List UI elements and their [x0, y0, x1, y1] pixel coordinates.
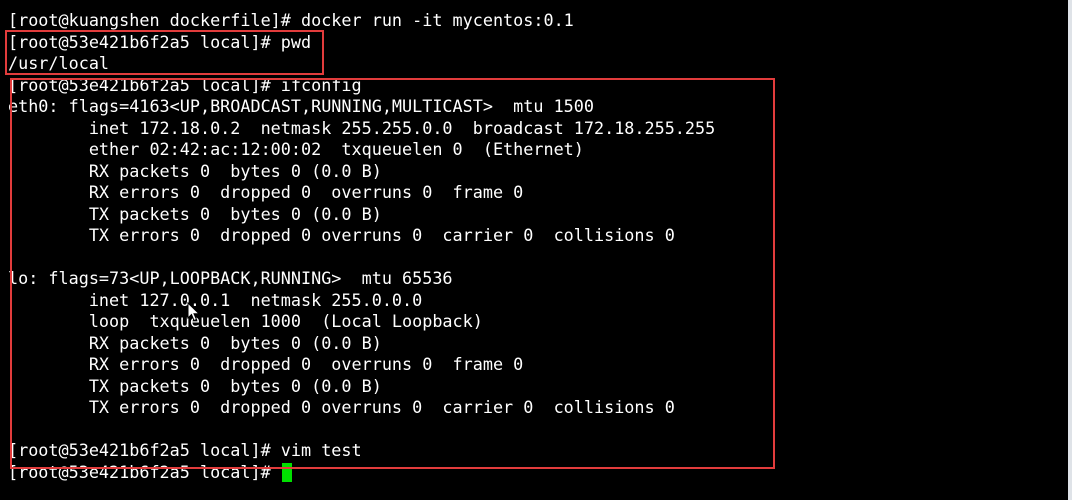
terminal-line: loop txqueuelen 1000 (Local Loopback) [8, 311, 483, 331]
terminal-line: TX packets 0 bytes 0 (0.0 B) [8, 203, 382, 224]
terminal-line: [root@kuangshen dockerfile]# docker run … [8, 10, 574, 30]
terminal-line: RX packets 0 bytes 0 (0.0 B) [8, 332, 382, 353]
mouse-pointer-icon [187, 302, 201, 322]
terminal-line: [root@53e421b6f2a5 local]# ifconfig [8, 74, 362, 95]
window-edge [1068, 0, 1072, 500]
terminal-line: [root@53e421b6f2a5 local]# pwd [8, 31, 312, 52]
terminal-line: inet 172.18.0.2 netmask 255.255.0.0 broa… [8, 117, 716, 138]
terminal-line: eth0: flags=4163<UP,BROADCAST,RUNNING,MU… [8, 96, 594, 116]
terminal-line: TX errors 0 dropped 0 overruns 0 carrier… [8, 397, 675, 417]
terminal-line: RX errors 0 dropped 0 overruns 0 frame 0 [8, 182, 524, 202]
terminal-line: ether 02:42:ac:12:00:02 txqueuelen 0 (Et… [8, 139, 584, 159]
terminal-window[interactable]: [root@kuangshen dockerfile]# docker run … [0, 0, 1068, 500]
terminal-line: RX errors 0 dropped 0 overruns 0 frame 0 [8, 354, 524, 374]
text-cursor-icon [281, 463, 292, 482]
terminal-line: RX packets 0 bytes 0 (0.0 B) [8, 160, 382, 181]
terminal-line: /usr/local [8, 53, 110, 73]
terminal-output: [root@kuangshen dockerfile]# docker run … [8, 10, 715, 483]
terminal-line: TX packets 0 bytes 0 (0.0 B) [8, 375, 382, 396]
terminal-prompt: [root@53e421b6f2a5 local]# [8, 461, 281, 482]
terminal-line: inet 127.0.0.1 netmask 255.0.0.0 [8, 289, 423, 310]
terminal-prompt-line[interactable]: [root@53e421b6f2a5 local]# [8, 462, 715, 484]
terminal-line: TX errors 0 dropped 0 overruns 0 carrier… [8, 225, 675, 245]
terminal-line: lo: flags=73<UP,LOOPBACK,RUNNING> mtu 65… [8, 268, 453, 288]
terminal-line: [root@53e421b6f2a5 local]# vim test [8, 440, 362, 460]
